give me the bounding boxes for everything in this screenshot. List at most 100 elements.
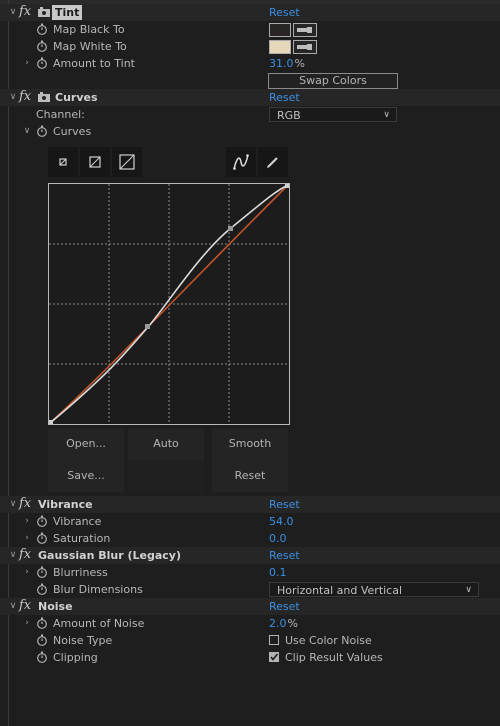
reset-link-tint[interactable]: Reset: [269, 4, 300, 21]
stopwatch-icon[interactable]: [36, 651, 48, 663]
chevron-down-icon[interactable]: ∨: [8, 499, 18, 509]
fx-toggle-icon[interactable]: fx: [19, 4, 31, 20]
effect-name-noise[interactable]: Noise: [38, 598, 73, 615]
curve-endpoint: [285, 184, 289, 188]
fx-toggle-icon[interactable]: fx: [19, 598, 31, 614]
effect-header-tint[interactable]: ∨ fx Tint Reset: [0, 4, 500, 21]
chevron-down-icon[interactable]: ∨: [8, 92, 18, 102]
property-row-blur-dimensions: Blur Dimensions Horizontal and Vertical ∨: [0, 581, 500, 598]
amount-to-tint-value[interactable]: 31.0%: [269, 55, 305, 72]
amount-of-noise-value[interactable]: 2.0%: [269, 615, 298, 632]
blur-dimensions-dropdown[interactable]: Horizontal and Vertical ∨: [269, 582, 479, 597]
fx-toggle-icon[interactable]: fx: [19, 89, 31, 105]
checkbox-label[interactable]: Use Color Noise: [285, 632, 372, 649]
effect-name-gaussian-blur[interactable]: Gaussian Blur (Legacy): [38, 547, 181, 564]
property-row-curves: ∨ Curves: [0, 123, 500, 140]
property-row-amount-of-noise: › Amount of Noise 2.0%: [0, 615, 500, 632]
effect-header-curves[interactable]: ∨ fx Curves Reset: [0, 89, 500, 106]
stopwatch-icon[interactable]: [36, 57, 48, 69]
stopwatch-icon[interactable]: [36, 515, 48, 527]
stopwatch-icon[interactable]: [36, 532, 48, 544]
effect-camera-icon: [38, 7, 50, 17]
stopwatch-icon[interactable]: [36, 566, 48, 578]
checkbox-label[interactable]: Clip Result Values: [285, 649, 383, 666]
unit-label: %: [294, 57, 305, 70]
property-row-map-white: Map White To: [0, 38, 500, 55]
stopwatch-icon[interactable]: [36, 23, 48, 35]
effect-header-vibrance[interactable]: ∨ fx Vibrance Reset: [0, 496, 500, 513]
chevron-down-icon: ∨: [465, 585, 472, 595]
effect-name-tint[interactable]: Tint: [52, 5, 83, 20]
stopwatch-icon[interactable]: [36, 40, 48, 52]
property-row-noise-type: Noise Type Use Color Noise: [0, 632, 500, 649]
stopwatch-icon[interactable]: [36, 634, 48, 646]
value-number[interactable]: 2.0: [269, 617, 287, 630]
curves-save-button[interactable]: Save...: [48, 460, 124, 492]
swap-colors-button[interactable]: Swap Colors: [268, 73, 398, 89]
chevron-down-icon[interactable]: ∨: [8, 7, 18, 17]
chevron-right-icon[interactable]: ›: [22, 58, 32, 68]
chevron-down-icon[interactable]: ∨: [22, 126, 32, 136]
stopwatch-icon[interactable]: [36, 583, 48, 595]
vibrance-value[interactable]: 54.0: [269, 513, 294, 530]
dropdown-value: Horizontal and Vertical: [277, 584, 403, 597]
chevron-right-icon[interactable]: ›: [22, 533, 32, 543]
fx-toggle-icon[interactable]: fx: [19, 547, 31, 563]
effect-header-gaussian-blur[interactable]: ∨ fx Gaussian Blur (Legacy) Reset: [0, 547, 500, 564]
property-label: Channel:: [36, 108, 85, 121]
property-row-saturation: › Saturation 0.0: [0, 530, 500, 547]
effect-header-noise[interactable]: ∨ fx Noise Reset: [0, 598, 500, 615]
curves-open-button[interactable]: Open...: [48, 428, 124, 460]
property-label: Noise Type: [53, 634, 113, 647]
map-black-color-swatch[interactable]: [269, 23, 291, 37]
use-color-noise-checkbox[interactable]: [269, 635, 279, 645]
property-label: Clipping: [53, 651, 98, 664]
curves-smooth-button[interactable]: Smooth: [212, 428, 288, 460]
effect-name-curves[interactable]: Curves: [55, 89, 98, 106]
eyedropper-icon[interactable]: [293, 23, 317, 37]
graph-size-medium-button[interactable]: [80, 147, 110, 177]
chevron-down-icon: ∨: [383, 110, 390, 120]
curves-auto-button[interactable]: Auto: [128, 428, 204, 460]
property-label: Vibrance: [53, 515, 102, 528]
curves-empty-button: [128, 460, 204, 492]
chevron-down-icon[interactable]: ∨: [8, 550, 18, 560]
clip-result-values-checkbox[interactable]: [269, 652, 279, 662]
stopwatch-icon[interactable]: [36, 617, 48, 629]
eyedropper-icon[interactable]: [293, 40, 317, 54]
effect-name-vibrance[interactable]: Vibrance: [38, 496, 93, 513]
effect-camera-icon: [38, 92, 50, 102]
chevron-right-icon[interactable]: ›: [22, 567, 32, 577]
curve-control-point: [145, 324, 150, 329]
value-number[interactable]: 31.0: [269, 57, 294, 70]
curves-reset-button[interactable]: Reset: [212, 460, 288, 492]
reset-link-vibrance[interactable]: Reset: [269, 496, 300, 513]
channel-dropdown[interactable]: RGB ∨: [269, 107, 397, 122]
swap-colors-row: Swap Colors: [0, 72, 500, 89]
map-white-color-swatch[interactable]: [269, 40, 291, 54]
stopwatch-icon[interactable]: [36, 125, 48, 137]
chevron-down-icon[interactable]: ∨: [8, 601, 18, 611]
property-row-clipping: Clipping Clip Result Values: [0, 649, 500, 666]
graph-size-small-button[interactable]: [48, 147, 78, 177]
curves-graph[interactable]: [48, 183, 290, 425]
bezier-curve-tool-icon[interactable]: [226, 147, 256, 177]
reset-link-noise[interactable]: Reset: [269, 598, 300, 615]
saturation-value[interactable]: 0.0: [269, 530, 287, 547]
reset-link-curves[interactable]: Reset: [269, 89, 300, 106]
property-label: Amount to Tint: [53, 57, 135, 70]
chevron-right-icon[interactable]: ›: [22, 516, 32, 526]
property-row-blurriness: › Blurriness 0.1: [0, 564, 500, 581]
chevron-right-icon[interactable]: ›: [22, 618, 32, 628]
property-label: Saturation: [53, 532, 111, 545]
property-label: Curves: [53, 125, 92, 138]
reset-link-gaussian-blur[interactable]: Reset: [269, 547, 300, 564]
fx-toggle-icon[interactable]: fx: [19, 496, 31, 512]
property-label: Amount of Noise: [53, 617, 145, 630]
property-label: Blur Dimensions: [53, 583, 143, 596]
graph-size-large-button[interactable]: [112, 147, 142, 177]
pencil-tool-icon[interactable]: [258, 147, 288, 177]
property-label: Map White To: [53, 40, 127, 53]
blurriness-value[interactable]: 0.1: [269, 564, 287, 581]
property-label: Blurriness: [53, 566, 108, 579]
